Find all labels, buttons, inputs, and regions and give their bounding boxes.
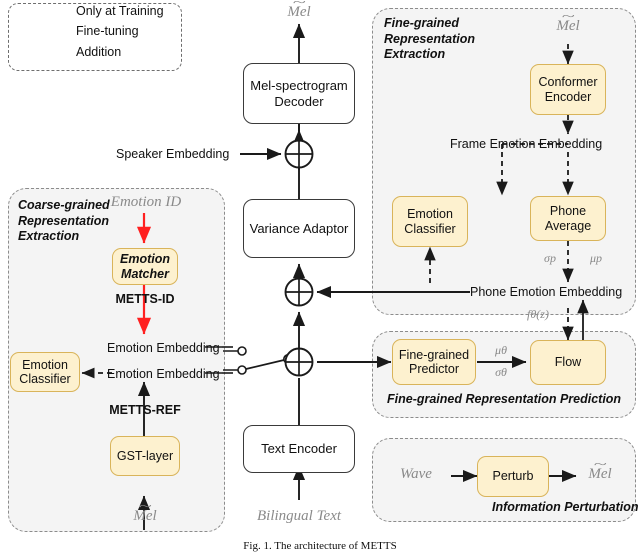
text-encoder-box: Text Encoder [243, 425, 355, 473]
perturbation-panel-title: Information Perturbation [492, 500, 639, 514]
sigma-theta-label: σθ [495, 365, 507, 379]
legend-label-addition: Addition [76, 45, 122, 59]
figure-canvas: Only at Training Fine-tuning Addition Me… [0, 0, 640, 552]
metts-ref-label: METTS-REF [109, 403, 181, 417]
gst-layer-node: GST-layer [110, 436, 180, 476]
sigma-p-label: σp [544, 251, 556, 265]
emotion-embedding-ref-label: Emotion Embedding [107, 367, 220, 381]
legend-label-only-at-training: Only at Training [76, 4, 164, 18]
conformer-encoder-label: Conformer Encoder [538, 75, 598, 104]
perturb-label: Perturb [492, 469, 534, 484]
metts-id-label: METTS-ID [115, 292, 175, 306]
frame-emotion-embedding-label: Frame Emotion Embedding [450, 137, 603, 151]
phone-emotion-embedding-label: Phone Emotion Embedding [470, 285, 623, 299]
coarse-ref-mel-label: Mel [133, 508, 156, 525]
speaker-embedding-label: Speaker Embedding [116, 147, 230, 161]
emotion-matcher-label: Emotion Matcher [120, 252, 170, 281]
legend-label-fine-tuning: Fine-tuning [76, 24, 139, 38]
flow-label: Flow [554, 355, 582, 370]
fine-extraction-panel-title: Fine-grained Representation Extraction [384, 16, 475, 62]
emotion-classifier-coarse-node: Emotion Classifier [10, 352, 80, 392]
fine-prediction-panel-title: Fine-grained Representation Prediction [387, 392, 622, 406]
variance-adaptor-label: Variance Adaptor [249, 220, 349, 236]
conformer-encoder-node: Conformer Encoder [530, 64, 606, 115]
mel-spectrogram-decoder-box: Mel-spectrogram Decoder [243, 63, 355, 124]
emotion-classifier-fine-node: Emotion Classifier [392, 196, 468, 247]
gst-layer-label: GST-layer [116, 448, 174, 463]
figure-caption: Fig. 1. The architecture of METTS [243, 540, 397, 552]
wave-label: Wave [400, 466, 432, 482]
bilingual-text-label: Bilingual Text [256, 508, 342, 524]
perturbation-mel-label: Mel [588, 466, 611, 483]
perturb-node: Perturb [477, 456, 549, 497]
fine-grained-predictor-node: Fine-grained Predictor [392, 339, 476, 385]
emotion-classifier-coarse-label: Emotion Classifier [19, 357, 71, 386]
mu-theta-label: μθ [495, 343, 507, 357]
fine-grained-predictor-label: Fine-grained Predictor [398, 347, 470, 376]
text-encoder-label: Text Encoder [261, 441, 337, 457]
coarse-panel-title: Coarse-grained Representation Extraction [18, 198, 110, 244]
emotion-matcher-node: Emotion Matcher [112, 248, 178, 285]
mel-spectrogram-decoder-label: Mel-spectrogram Decoder [250, 77, 348, 109]
emotion-embedding-id-label: Emotion Embedding [107, 341, 220, 355]
phone-average-node: Phone Average [530, 196, 606, 241]
flow-function-label: fθ(z) [527, 307, 549, 321]
mu-p-label: μp [589, 251, 603, 265]
emotion-id-label: Emotion ID [110, 194, 182, 210]
flow-node: Flow [530, 340, 606, 385]
output-mel-label: Mel [287, 4, 310, 21]
fine-extraction-mel-label: Mel [556, 18, 579, 35]
variance-adaptor-box: Variance Adaptor [243, 199, 355, 258]
phone-average-label: Phone Average [544, 204, 592, 233]
emotion-classifier-fine-label: Emotion Classifier [404, 207, 456, 236]
